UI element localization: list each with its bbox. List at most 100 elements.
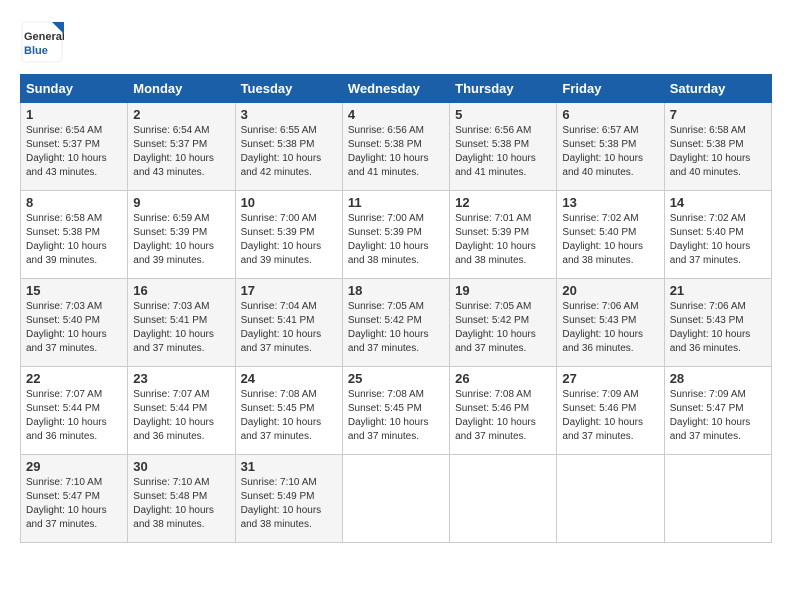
day-info: Sunrise: 7:06 AM Sunset: 5:43 PM Dayligh… [670, 300, 766, 356]
table-row: 25Sunrise: 7:08 AM Sunset: 5:45 PM Dayli… [342, 367, 449, 455]
table-row: 14Sunrise: 7:02 AM Sunset: 5:40 PM Dayli… [664, 191, 771, 279]
table-row [664, 455, 771, 543]
calendar-row-0: 1 Sunrise: 6:54 AM Sunset: 5:37 PM Daylig… [21, 103, 772, 191]
day-info: Sunrise: 7:05 AM Sunset: 5:42 PM Dayligh… [348, 300, 444, 356]
day-info: Sunrise: 7:05 AM Sunset: 5:42 PM Dayligh… [455, 300, 551, 356]
table-row [557, 455, 664, 543]
day-number: 1 [26, 107, 122, 122]
day-info: Sunrise: 7:08 AM Sunset: 5:45 PM Dayligh… [241, 388, 337, 444]
day-info: Sunrise: 6:56 AM Sunset: 5:38 PM Dayligh… [348, 124, 444, 180]
day-info: Sunrise: 6:59 AM Sunset: 5:39 PM Dayligh… [133, 212, 229, 268]
table-row: 8 Sunrise: 6:58 AM Sunset: 5:38 PM Daylig… [21, 191, 128, 279]
day-number: 4 [348, 107, 444, 122]
table-row: 11 Sunrise: 7:00 AM Sunset: 5:39 PM Dayli… [342, 191, 449, 279]
day-info: Sunrise: 7:07 AM Sunset: 5:44 PM Dayligh… [133, 388, 229, 444]
day-number: 23 [133, 371, 229, 386]
day-info: Sunrise: 6:54 AM Sunset: 5:37 PM Dayligh… [133, 124, 229, 180]
day-number: 24 [241, 371, 337, 386]
day-info: Sunrise: 7:00 AM Sunset: 5:39 PM Dayligh… [348, 212, 444, 268]
day-number: 5 [455, 107, 551, 122]
table-row: 9 Sunrise: 6:59 AM Sunset: 5:39 PM Daylig… [128, 191, 235, 279]
calendar-row-2: 15 Sunrise: 7:03 AM Sunset: 5:40 PM Dayli… [21, 279, 772, 367]
table-row: 16 Sunrise: 7:03 AM Sunset: 5:41 PM Dayli… [128, 279, 235, 367]
day-info: Sunrise: 7:01 AM Sunset: 5:39 PM Dayligh… [455, 212, 551, 268]
table-row: 24 Sunrise: 7:08 AM Sunset: 5:45 PM Dayli… [235, 367, 342, 455]
day-number: 12 [455, 195, 551, 210]
day-number: 6 [562, 107, 658, 122]
table-row: 27Sunrise: 7:09 AM Sunset: 5:46 PM Dayli… [557, 367, 664, 455]
day-info: Sunrise: 7:06 AM Sunset: 5:43 PM Dayligh… [562, 300, 658, 356]
table-row [342, 455, 449, 543]
day-info: Sunrise: 7:03 AM Sunset: 5:40 PM Dayligh… [26, 300, 122, 356]
header-cell-sunday: Sunday [21, 75, 128, 103]
day-number: 21 [670, 283, 766, 298]
svg-text:General: General [24, 31, 64, 43]
day-info: Sunrise: 6:54 AM Sunset: 5:37 PM Dayligh… [26, 124, 122, 180]
day-info: Sunrise: 6:58 AM Sunset: 5:38 PM Dayligh… [26, 212, 122, 268]
table-row: 10Sunrise: 7:00 AM Sunset: 5:39 PM Dayli… [235, 191, 342, 279]
header-cell-wednesday: Wednesday [342, 75, 449, 103]
day-info: Sunrise: 7:08 AM Sunset: 5:45 PM Dayligh… [348, 388, 444, 444]
table-row: 15 Sunrise: 7:03 AM Sunset: 5:40 PM Dayli… [21, 279, 128, 367]
table-row: 30Sunrise: 7:10 AM Sunset: 5:48 PM Dayli… [128, 455, 235, 543]
table-row: 7 Sunrise: 6:58 AM Sunset: 5:38 PM Daylig… [664, 103, 771, 191]
day-number: 7 [670, 107, 766, 122]
day-number: 10 [241, 195, 337, 210]
calendar-row-3: 22 Sunrise: 7:07 AM Sunset: 5:44 PM Dayli… [21, 367, 772, 455]
day-info: Sunrise: 7:10 AM Sunset: 5:48 PM Dayligh… [133, 476, 229, 532]
table-row: 5 Sunrise: 6:56 AM Sunset: 5:38 PM Daylig… [450, 103, 557, 191]
header-cell-thursday: Thursday [450, 75, 557, 103]
table-row: 19Sunrise: 7:05 AM Sunset: 5:42 PM Dayli… [450, 279, 557, 367]
calendar-table: SundayMondayTuesdayWednesdayThursdayFrid… [20, 74, 772, 543]
day-info: Sunrise: 7:07 AM Sunset: 5:44 PM Dayligh… [26, 388, 122, 444]
day-number: 9 [133, 195, 229, 210]
day-info: Sunrise: 6:57 AM Sunset: 5:38 PM Dayligh… [562, 124, 658, 180]
day-number: 18 [348, 283, 444, 298]
day-number: 15 [26, 283, 122, 298]
day-info: Sunrise: 6:58 AM Sunset: 5:38 PM Dayligh… [670, 124, 766, 180]
day-info: Sunrise: 7:08 AM Sunset: 5:46 PM Dayligh… [455, 388, 551, 444]
day-number: 8 [26, 195, 122, 210]
day-number: 20 [562, 283, 658, 298]
svg-text:Blue: Blue [24, 45, 48, 57]
table-row: 12 Sunrise: 7:01 AM Sunset: 5:39 PM Dayli… [450, 191, 557, 279]
table-row: 28 Sunrise: 7:09 AM Sunset: 5:47 PM Dayli… [664, 367, 771, 455]
day-info: Sunrise: 6:56 AM Sunset: 5:38 PM Dayligh… [455, 124, 551, 180]
table-row: 20 Sunrise: 7:06 AM Sunset: 5:43 PM Dayli… [557, 279, 664, 367]
day-number: 17 [241, 283, 337, 298]
calendar-row-4: 29 Sunrise: 7:10 AM Sunset: 5:47 PM Dayli… [21, 455, 772, 543]
table-row: 26Sunrise: 7:08 AM Sunset: 5:46 PM Dayli… [450, 367, 557, 455]
header-cell-saturday: Saturday [664, 75, 771, 103]
day-number: 29 [26, 459, 122, 474]
day-number: 14 [670, 195, 766, 210]
header-cell-friday: Friday [557, 75, 664, 103]
day-number: 2 [133, 107, 229, 122]
day-number: 3 [241, 107, 337, 122]
logo-icon: General Blue [20, 20, 64, 64]
day-info: Sunrise: 7:10 AM Sunset: 5:47 PM Dayligh… [26, 476, 122, 532]
table-row: 29 Sunrise: 7:10 AM Sunset: 5:47 PM Dayli… [21, 455, 128, 543]
day-number: 22 [26, 371, 122, 386]
table-row: 4 Sunrise: 6:56 AM Sunset: 5:38 PM Daylig… [342, 103, 449, 191]
day-info: Sunrise: 7:10 AM Sunset: 5:49 PM Dayligh… [241, 476, 337, 532]
day-info: Sunrise: 7:02 AM Sunset: 5:40 PM Dayligh… [562, 212, 658, 268]
table-row: 2 Sunrise: 6:54 AM Sunset: 5:37 PM Daylig… [128, 103, 235, 191]
table-row: 22 Sunrise: 7:07 AM Sunset: 5:44 PM Dayli… [21, 367, 128, 455]
table-row [450, 455, 557, 543]
day-number: 16 [133, 283, 229, 298]
header-cell-monday: Monday [128, 75, 235, 103]
day-number: 28 [670, 371, 766, 386]
day-number: 11 [348, 195, 444, 210]
day-number: 31 [241, 459, 337, 474]
day-info: Sunrise: 6:55 AM Sunset: 5:38 PM Dayligh… [241, 124, 337, 180]
calendar-row-1: 8 Sunrise: 6:58 AM Sunset: 5:38 PM Daylig… [21, 191, 772, 279]
logo: General Blue [20, 20, 64, 64]
table-row: 3 Sunrise: 6:55 AM Sunset: 5:38 PM Daylig… [235, 103, 342, 191]
table-row: 21 Sunrise: 7:06 AM Sunset: 5:43 PM Dayli… [664, 279, 771, 367]
day-info: Sunrise: 7:09 AM Sunset: 5:47 PM Dayligh… [670, 388, 766, 444]
day-number: 27 [562, 371, 658, 386]
day-info: Sunrise: 7:03 AM Sunset: 5:41 PM Dayligh… [133, 300, 229, 356]
header-cell-tuesday: Tuesday [235, 75, 342, 103]
table-row: 1 Sunrise: 6:54 AM Sunset: 5:37 PM Daylig… [21, 103, 128, 191]
day-info: Sunrise: 7:04 AM Sunset: 5:41 PM Dayligh… [241, 300, 337, 356]
